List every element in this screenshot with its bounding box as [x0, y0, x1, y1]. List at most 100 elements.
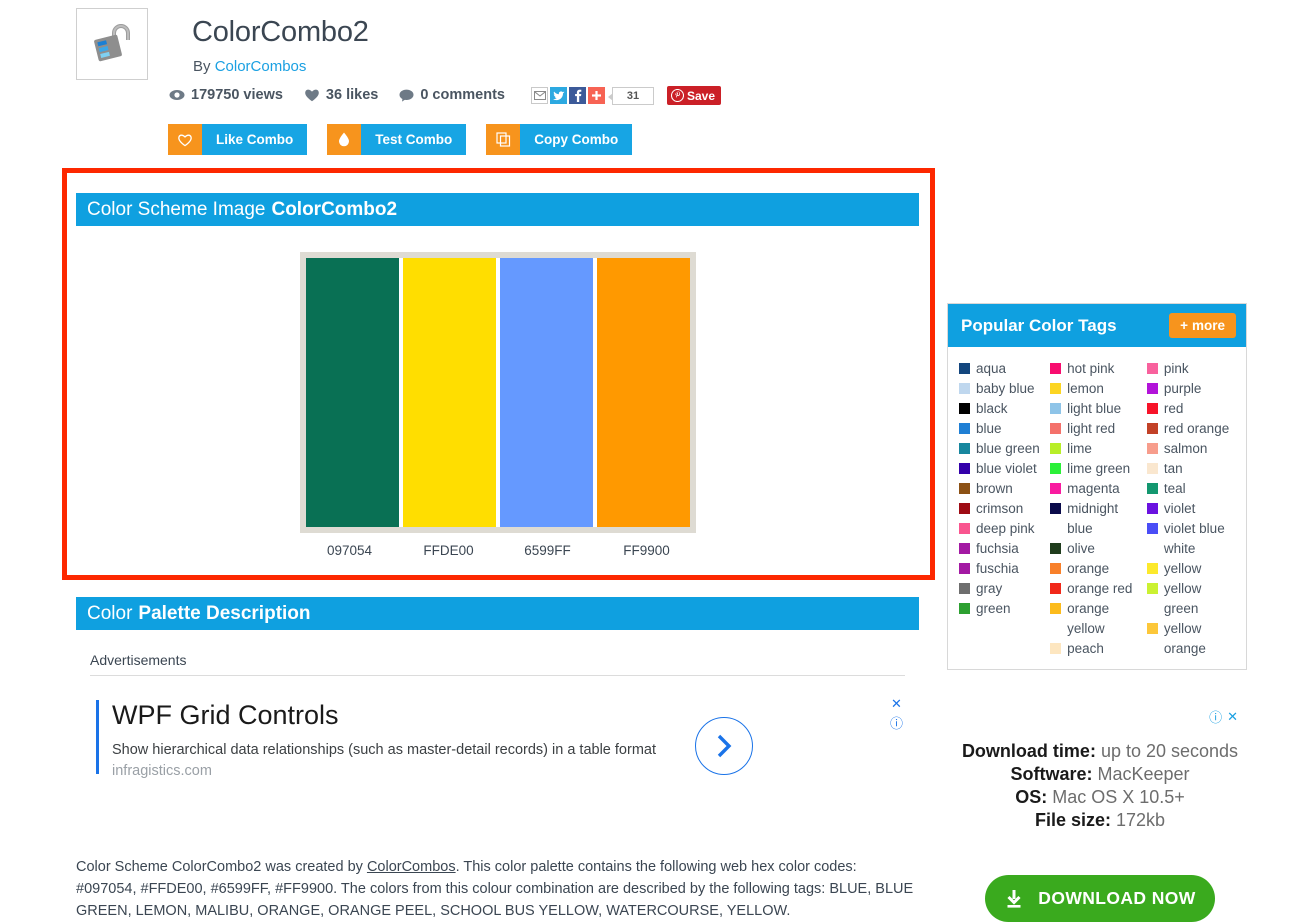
ad-domain[interactable]: infragistics.com	[112, 763, 212, 779]
ad-close-icon[interactable]: ✕	[891, 696, 902, 712]
tag-color-swatch	[1146, 363, 1158, 374]
tag-item[interactable]: brown	[959, 479, 1050, 499]
download-now-label: DOWNLOAD NOW	[1038, 888, 1196, 908]
tag-label: yellow	[1163, 561, 1202, 576]
tag-item[interactable]: teal	[1146, 479, 1238, 499]
hex-code-label: FFDE00	[423, 543, 474, 558]
tag-item[interactable]: yellow green	[1146, 579, 1238, 619]
description-author-link[interactable]: ColorCombos	[367, 859, 456, 875]
padlock-icon	[94, 24, 130, 62]
pinterest-icon	[671, 89, 684, 102]
like-combo-button[interactable]: Like Combo	[168, 124, 308, 155]
tag-item[interactable]: aqua	[959, 359, 1050, 379]
tag-item[interactable]: lime	[1050, 439, 1147, 459]
download-ad-info-icon[interactable]: ⓘ	[1209, 707, 1222, 726]
tag-color-swatch	[1146, 403, 1158, 414]
tag-color-swatch	[1050, 463, 1062, 474]
tag-label: baby blue	[976, 381, 1035, 396]
tag-item[interactable]: fuschia	[959, 559, 1050, 579]
copy-icon	[486, 124, 521, 155]
download-now-button[interactable]: DOWNLOAD NOW	[985, 875, 1215, 922]
download-ad-close-icon[interactable]: ✕	[1227, 709, 1238, 725]
tags-panel-title: Popular Color Tags	[961, 315, 1117, 335]
tag-item[interactable]: light blue	[1050, 399, 1147, 419]
share-count-badge[interactable]: 31	[608, 86, 654, 105]
color-swatch[interactable]	[597, 258, 690, 527]
ad-info-icon[interactable]: ⓘ	[890, 713, 903, 732]
page-title: ColorCombo2	[192, 16, 369, 48]
tag-item[interactable]: green	[959, 599, 1050, 619]
share-facebook-button[interactable]	[569, 87, 586, 104]
more-tags-button[interactable]: + more	[1169, 313, 1236, 338]
tag-item[interactable]: magenta	[1050, 479, 1147, 499]
pinterest-save-button[interactable]: Save	[667, 86, 722, 105]
color-swatch[interactable]	[500, 258, 593, 527]
inline-ad[interactable]: WPF Grid Controls Show hierarchical data…	[90, 696, 905, 792]
tag-item[interactable]: blue violet	[959, 459, 1050, 479]
tag-item[interactable]: hot pink	[1050, 359, 1147, 379]
tag-item[interactable]: blue green	[959, 439, 1050, 459]
ad-arrow-button[interactable]	[695, 717, 753, 775]
tag-color-swatch	[1147, 543, 1158, 554]
tag-item[interactable]: gray	[959, 579, 1050, 599]
tag-item[interactable]: blue	[959, 419, 1050, 439]
color-scheme-header-bold: ColorCombo2	[271, 198, 398, 220]
tag-item[interactable]: light red	[1050, 419, 1147, 439]
tag-item[interactable]: lemon	[1050, 379, 1147, 399]
tag-item[interactable]: salmon	[1146, 439, 1238, 459]
tag-item[interactable]: lime green	[1050, 459, 1147, 479]
tag-item[interactable]: deep pink	[959, 519, 1050, 539]
tag-item[interactable]: olive	[1050, 539, 1147, 559]
combo-thumbnail[interactable]	[76, 8, 148, 80]
tag-item[interactable]: red orange	[1146, 419, 1238, 439]
tag-item[interactable]: purple	[1146, 379, 1238, 399]
tag-item[interactable]: yellow orange	[1146, 619, 1238, 659]
tag-label: midnight blue	[1067, 501, 1119, 536]
tag-item[interactable]: pink	[1146, 359, 1238, 379]
copy-combo-button[interactable]: Copy Combo	[486, 124, 633, 155]
download-ad-row-label: Software:	[1010, 764, 1093, 785]
tag-item[interactable]: tan	[1146, 459, 1238, 479]
tag-item[interactable]: white	[1147, 539, 1238, 559]
share-twitter-button[interactable]	[550, 87, 567, 104]
tag-item[interactable]: red	[1146, 399, 1238, 419]
tag-item[interactable]: black	[959, 399, 1050, 419]
share-more-button[interactable]	[588, 87, 605, 104]
tag-item[interactable]: fuchsia	[959, 539, 1050, 559]
tag-item[interactable]: orange red	[1050, 579, 1147, 599]
ad-title[interactable]: WPF Grid Controls	[112, 700, 339, 731]
tag-label: red orange	[1163, 421, 1230, 436]
tag-color-swatch	[959, 603, 970, 614]
action-buttons: Like Combo Test Combo Copy Combo	[168, 124, 633, 155]
color-swatch[interactable]	[403, 258, 496, 527]
author-link[interactable]: ColorCombos	[215, 58, 307, 75]
download-ad-row-label: File size:	[1034, 810, 1111, 831]
tag-item[interactable]: violet	[1146, 499, 1238, 519]
tag-color-swatch	[1146, 583, 1158, 594]
color-scheme-header-plain: Color Scheme Image	[87, 198, 266, 220]
download-ad-row-label: OS:	[1015, 787, 1048, 808]
tag-label: olive	[1067, 541, 1095, 556]
tag-color-swatch	[1146, 383, 1158, 394]
tag-label: blue green	[976, 441, 1040, 456]
pinterest-save-label: Save	[687, 88, 716, 103]
heart-icon	[305, 89, 319, 102]
tag-item[interactable]: violet blue	[1146, 519, 1238, 539]
color-swatch[interactable]	[306, 258, 399, 527]
tag-item[interactable]: orange yellow	[1050, 599, 1147, 639]
tags-list: aqua baby blue black blue blue green blue vio…	[948, 347, 1246, 667]
test-combo-button[interactable]: Test Combo	[327, 124, 467, 155]
tag-item[interactable]: crimson	[959, 499, 1050, 519]
tag-item[interactable]: yellow	[1146, 559, 1238, 579]
tag-color-swatch	[959, 523, 970, 534]
tag-label: tan	[1163, 461, 1183, 476]
tag-item[interactable]: baby blue	[959, 379, 1050, 399]
hex-code-label: FF9900	[623, 543, 670, 558]
tag-item[interactable]: peach	[1050, 639, 1147, 659]
tag-label: blue violet	[976, 461, 1037, 476]
tag-item[interactable]: orange	[1050, 559, 1147, 579]
share-email-button[interactable]	[531, 87, 548, 104]
tag-color-swatch	[1050, 483, 1062, 494]
tag-color-swatch	[959, 503, 970, 514]
tag-item[interactable]: midnight blue	[1050, 499, 1147, 539]
